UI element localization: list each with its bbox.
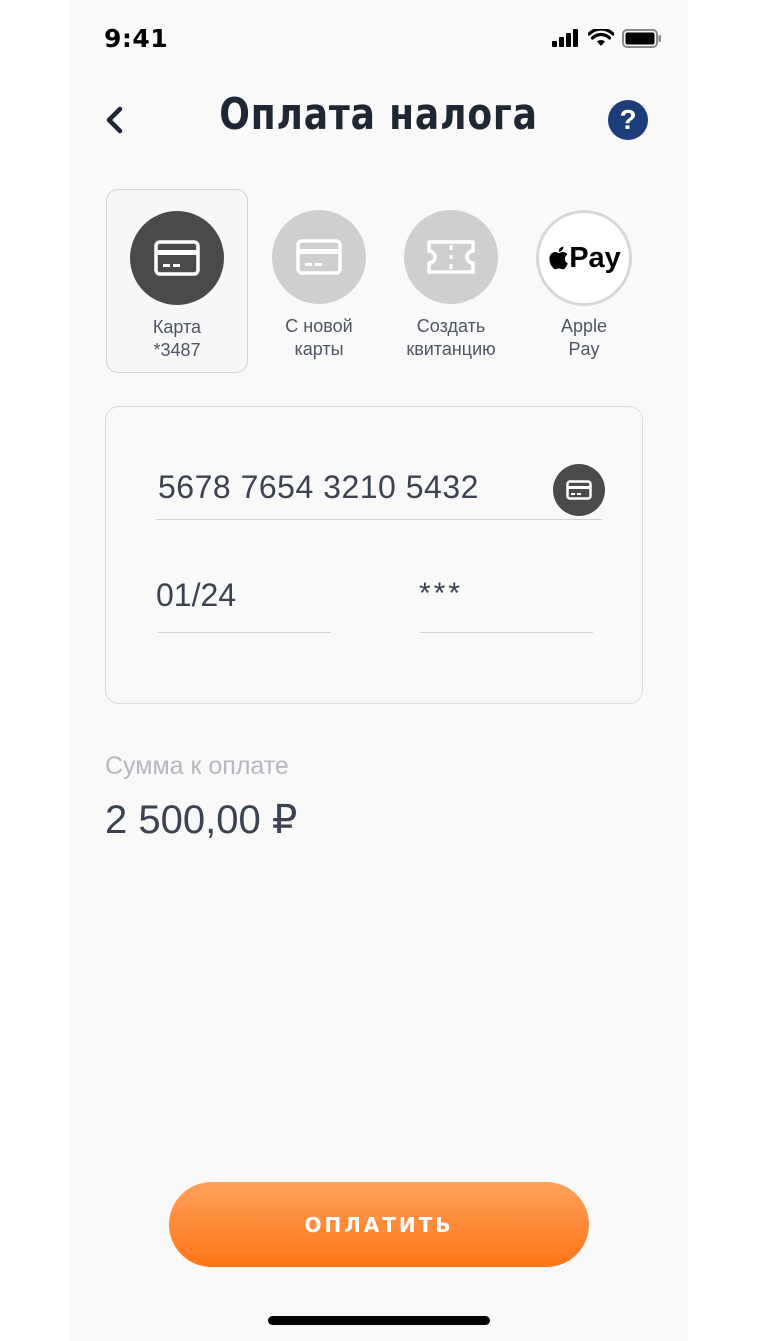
amount-label: Сумма к оплате xyxy=(105,752,289,780)
cvv-underline xyxy=(420,632,593,633)
phone-screen: 9:41 Оплата налога ? Карта *3487 С новой… xyxy=(69,0,688,1341)
help-button[interactable]: ? xyxy=(608,100,648,140)
card-form: 5678 7654 3210 5432 01/24 *** xyxy=(105,406,643,704)
method-label: Карта *3487 xyxy=(107,316,247,362)
method-label-line2: квитанцию xyxy=(406,339,496,359)
battery-icon xyxy=(622,28,661,48)
method-label-line1: Создать xyxy=(416,316,486,336)
status-bar: 9:41 xyxy=(69,0,688,80)
status-icons xyxy=(552,27,662,49)
method-label: Создать квитанцию xyxy=(380,315,522,361)
credit-card-icon xyxy=(296,239,342,275)
ticket-icon xyxy=(427,240,475,274)
cvv-field[interactable]: *** xyxy=(419,577,463,611)
method-icon-circle xyxy=(272,210,366,304)
card-scan-button[interactable] xyxy=(553,464,605,516)
method-new-card[interactable]: С новой карты xyxy=(248,189,390,373)
method-label-line1: С новой xyxy=(285,316,353,336)
credit-card-icon xyxy=(566,480,592,500)
status-time: 9:41 xyxy=(104,24,169,53)
expiry-field[interactable]: 01/24 xyxy=(156,577,236,614)
apple-pay-icon: Pay xyxy=(547,242,621,275)
home-indicator xyxy=(268,1316,490,1325)
card-number-underline xyxy=(156,519,602,520)
expiry-underline xyxy=(158,632,331,633)
method-label: С новой карты xyxy=(248,315,390,361)
method-label-line2: Pay xyxy=(568,339,600,359)
method-label: Apple Pay xyxy=(513,315,655,361)
navigation-bar: Оплата налога ? xyxy=(69,85,688,155)
page-title: Оплата налога xyxy=(219,89,538,140)
method-label-line2: карты xyxy=(294,339,344,359)
method-label-line1: Карта xyxy=(152,317,202,337)
method-saved-card[interactable]: Карта *3487 xyxy=(106,189,248,373)
method-create-receipt[interactable]: Создать квитанцию xyxy=(380,189,522,373)
signal-icon xyxy=(552,29,578,47)
apple-pay-text: Pay xyxy=(569,241,621,274)
pay-button[interactable]: ОПЛАТИТЬ xyxy=(169,1182,589,1267)
amount-value: 2 500,00 ₽ xyxy=(105,798,298,842)
apple-logo-icon xyxy=(549,246,568,270)
method-label-line2: *3487 xyxy=(153,340,201,360)
method-label-line1: Apple xyxy=(560,316,608,336)
credit-card-icon xyxy=(154,240,200,276)
card-number-field[interactable]: 5678 7654 3210 5432 xyxy=(158,469,479,506)
method-icon-circle: Pay xyxy=(536,210,632,306)
method-icon-circle xyxy=(404,210,498,304)
method-icon-circle xyxy=(130,211,224,305)
wifi-icon xyxy=(588,28,614,46)
method-apple-pay[interactable]: Pay Apple Pay xyxy=(513,189,655,373)
payment-methods: Карта *3487 С новой карты Создать квитан… xyxy=(69,189,688,379)
